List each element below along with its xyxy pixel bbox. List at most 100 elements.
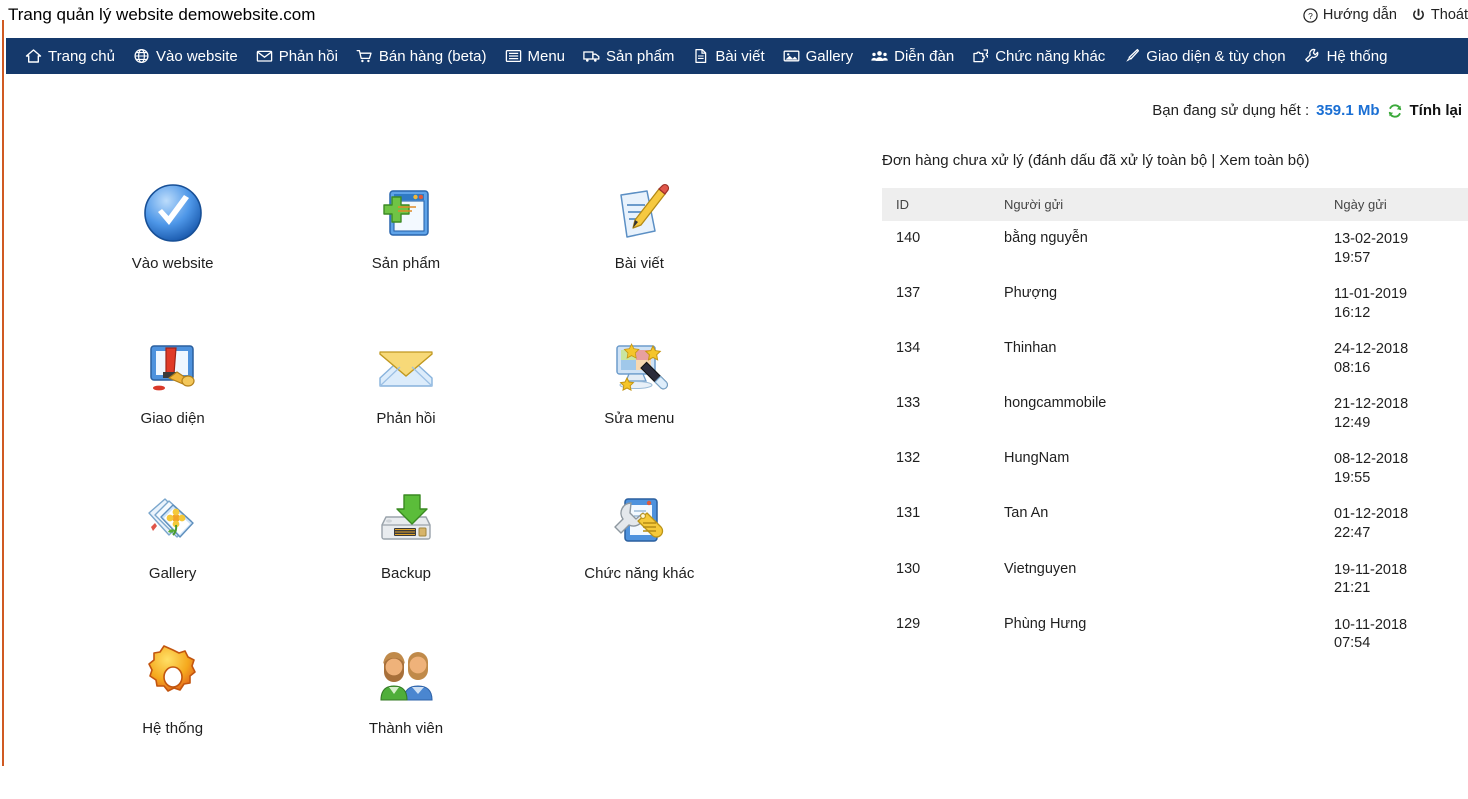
nav-item-trang-chu[interactable]: Trang chủ [16,38,124,74]
users-icon [871,48,888,64]
nav-item-giao-dien[interactable]: Giao diện & tùy chọn [1114,38,1294,74]
truck-icon [583,48,600,64]
shortcut-chuc-nang-khac[interactable]: Chức năng khác [523,489,756,644]
shortcut-label: Hệ thống [142,720,204,737]
nav-label: Bán hàng (beta) [378,47,487,65]
logout-link[interactable]: Thoát [1411,7,1468,23]
cell-date: 24-12-2018 08:16 [1334,341,1409,376]
nav-label: Giao diện & tùy chọn [1146,47,1286,65]
shortcut-label: Backup [380,565,432,582]
cell-date: 13-02-2019 19:57 [1334,231,1409,266]
cell-date: 08-12-2018 19:55 [1334,451,1409,486]
cell-id: 132 [896,450,921,467]
cell-id: 130 [896,560,921,577]
nav-label: Diễn đàn [894,47,955,65]
table-row[interactable]: 132 HungNam 08-12-2018 19:55 [882,441,1468,496]
nav-item-bai-viet[interactable]: Bài viết [683,38,773,74]
shortcut-vao-website[interactable]: Vào website [56,179,289,334]
shortcut-sua-menu[interactable]: Sửa menu [523,334,756,489]
nav-item-dien-dan[interactable]: Diễn đàn [862,38,963,74]
shortcut-label: Gallery [148,565,197,582]
view-all-link[interactable]: Xem toàn bộ [1219,152,1304,169]
table-row[interactable]: 140 bằng nguyễn 13-02-2019 19:57 [882,221,1468,276]
shortcut-he-thong[interactable]: Hệ thống [56,644,289,799]
shortcut-label: Bài viết [614,255,664,272]
nav-label: Vào website [155,47,238,65]
recalculate-button[interactable]: Tính lại [1410,102,1463,119]
cell-sender: bằng nguyễn [1004,230,1088,246]
table-row[interactable]: 137 Phượng 11-01-2019 16:12 [882,276,1468,331]
shortcut-row: Giao diện Phản hồi Sửa menu [56,334,756,489]
cell-sender: Tan An [1004,505,1049,522]
monitor-wand-icon [605,334,673,402]
cell-id: 134 [896,340,921,357]
nav-item-vao-website[interactable]: Vào website [124,38,247,74]
file-text-icon [692,48,709,64]
storage-usage: Bạn đang sử dụng hết : 359.1 Mb Tính lại [1152,102,1462,119]
cell-sender: Phùng Hưng [1004,615,1087,632]
globe-icon [133,48,150,64]
shortcut-empty-slot [523,644,756,799]
paint-roller-icon [139,334,207,402]
list-icon [505,48,522,64]
main-navbar: Trang chủ Vào website Phản hồi Bán hàng … [6,38,1468,74]
cell-date: 19-11-2018 21:21 [1334,561,1408,597]
cell-sender: Vietnguyen [1004,560,1077,577]
nav-label: Menu [527,47,566,65]
top-bar: Trang quản lý website demowebsite.com ? … [0,0,1468,34]
nav-label: Sản phẩm [606,47,675,65]
cell-id: 133 [896,395,921,412]
nav-item-gallery[interactable]: Gallery [774,38,863,74]
orders-title-prefix: Đơn hàng chưa xử lý ( [882,152,1033,169]
blue-check-circle-icon [139,179,207,247]
table-row[interactable]: 134 Thinhan 24-12-2018 08:16 [882,331,1468,386]
nav-item-phan-hoi[interactable]: Phản hồi [247,38,347,74]
page-left-border [2,20,4,766]
nav-label: Bài viết [715,47,765,65]
table-row[interactable]: 129 Phùng Hưng 10-11-2018 07:54 [882,607,1468,662]
shortcut-label: Sửa menu [604,410,675,427]
nav-item-san-pham[interactable]: Sản phẩm [574,38,683,74]
mark-all-processed-link[interactable]: đánh dấu đã xử lý toàn bộ [1033,152,1207,169]
nav-label: Chức năng khác [995,47,1106,65]
nav-item-menu[interactable]: Menu [496,38,575,74]
image-icon [783,48,800,64]
shortcut-gallery[interactable]: Gallery [56,489,289,644]
orders-table-body: 140 bằng nguyễn 13-02-2019 19:57 137 Phượng 1… [882,221,1468,662]
shortcut-san-pham[interactable]: Sản phẩm [289,179,522,334]
cell-sender: Phượng [1004,285,1058,302]
help-link-label: Hướng dẫn [1322,7,1397,23]
shortcut-thanh-vien[interactable]: Thành viên [289,644,522,799]
orders-table: ID Người gửi Ngày gửi 140 bằng nguyễn 13-0… [882,188,1468,662]
help-link[interactable]: ? Hướng dẫn [1303,7,1397,23]
shortcut-label: Giao diện [140,410,205,427]
shortcut-bai-viet[interactable]: Bài viết [523,179,756,334]
document-pencil-icon [605,179,673,247]
shortcut-label: Thành viên [368,720,444,737]
orders-title: Đơn hàng chưa xử lý (đánh dấu đã xử lý t… [882,152,1468,169]
table-row[interactable]: 133 hongcammobile 21-12-2018 12:49 [882,386,1468,441]
orders-table-head: ID Người gửi Ngày gửi [882,188,1468,221]
shortcut-phan-hoi[interactable]: Phản hồi [289,334,522,489]
shortcut-grid: Vào website Sản phẩm Bài viết Giao diện … [56,179,756,799]
nav-item-he-thong[interactable]: Hệ thống [1295,38,1397,74]
shortcut-label: Vào website [131,255,214,272]
two-people-icon [372,644,440,712]
shortcut-backup[interactable]: Backup [289,489,522,644]
cell-sender: HungNam [1004,450,1070,467]
refresh-icon[interactable] [1387,103,1403,119]
cell-id: 131 [896,505,921,522]
paintbrush-icon [1123,48,1140,64]
nav-label: Hệ thống [1326,47,1388,65]
shortcut-giao-dien[interactable]: Giao diện [56,334,289,489]
nav-item-chuc-nang-khac[interactable]: Chức năng khác [963,38,1114,74]
shopping-cart-icon [356,48,373,64]
cell-date: 10-11-2018 07:54 [1334,616,1408,652]
table-row[interactable]: 131 Tan An 01-12-2018 22:47 [882,496,1468,551]
nav-item-ban-hang[interactable]: Bán hàng (beta) [347,38,496,74]
nav-label: Phản hồi [278,47,338,65]
content-area: Bạn đang sử dụng hết : 359.1 Mb Tính lại… [6,74,1468,766]
cell-sender: Thinhan [1004,340,1057,357]
cell-id: 137 [896,285,921,302]
table-row[interactable]: 130 Vietnguyen 19-11-2018 21:21 [882,552,1468,607]
